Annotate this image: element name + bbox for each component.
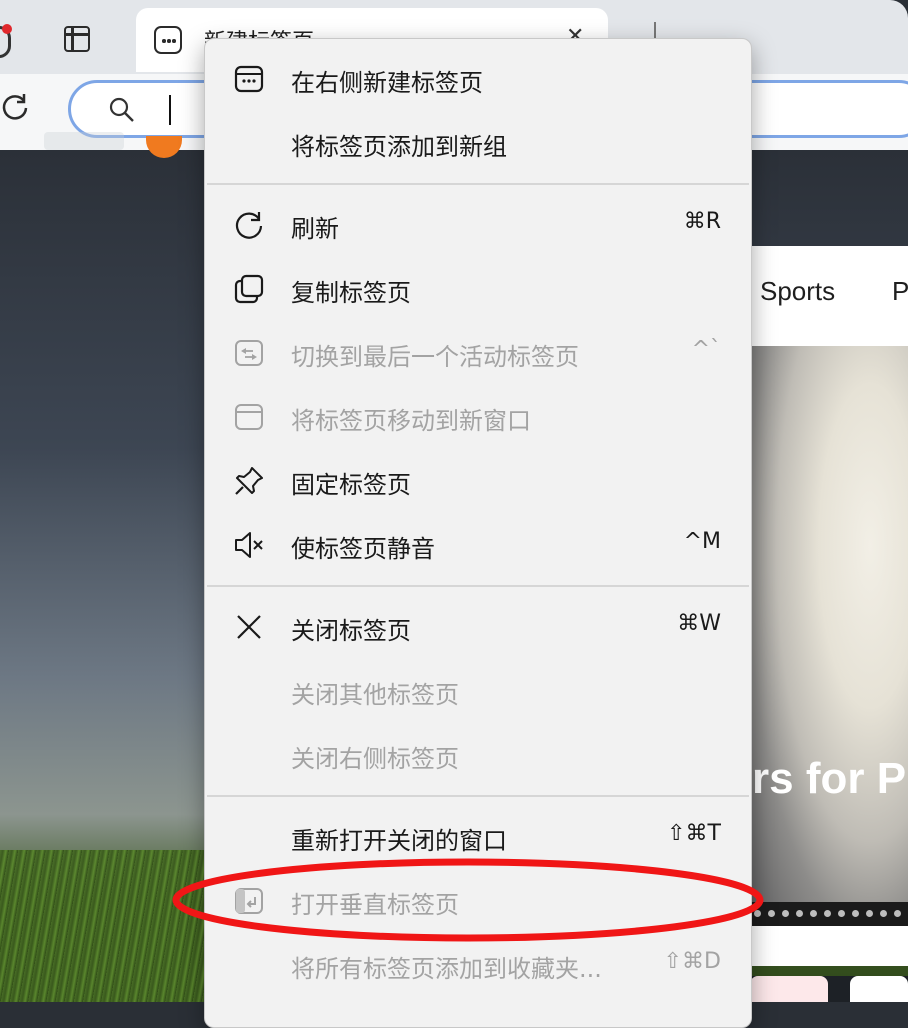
menu-item-label: 复制标签页 — [291, 279, 411, 307]
menu-item-label: 关闭其他标签页 — [291, 681, 459, 709]
annotation-ellipse — [172, 858, 764, 942]
menu-item-label: 切换到最后一个活动标签页 — [291, 343, 579, 371]
menu-item-label: 刷新 — [291, 215, 339, 243]
search-icon — [109, 97, 134, 122]
window-icon — [235, 404, 263, 430]
menu-separator — [207, 795, 749, 797]
switch-tab-icon — [235, 340, 263, 366]
text-cursor — [169, 95, 171, 125]
menu-item-shortcut: ⇧⌘T — [667, 821, 721, 846]
news-card[interactable] — [850, 976, 908, 1002]
menu-item-shortcut: ⌘R — [683, 209, 721, 234]
news-card[interactable] — [750, 976, 828, 1002]
blurred-label — [44, 132, 124, 150]
menu-item-label: 在右侧新建标签页 — [291, 69, 483, 97]
menu-item-add-to-group[interactable]: 将标签页添加到新组 — [205, 111, 751, 175]
menu-item-shortcut: ^M — [683, 529, 721, 554]
new-tab-right-icon — [234, 65, 264, 93]
menu-item-label: 将标签页移动到新窗口 — [291, 407, 531, 435]
menu-item-label: 关闭标签页 — [291, 617, 411, 645]
menu-item-pin-tab[interactable]: 固定标签页 — [205, 449, 751, 513]
news-card-image[interactable] — [750, 346, 908, 926]
menu-item-label: 重新打开关闭的窗口 — [291, 827, 507, 855]
news-tab-sports[interactable]: Sports — [760, 276, 835, 307]
menu-item-close-right-tabs[interactable]: 关闭右侧标签页 — [205, 723, 751, 787]
tab-page-icon — [154, 26, 182, 54]
news-headline[interactable]: rs for P — [752, 754, 906, 804]
duplicate-icon — [234, 274, 264, 304]
menu-item-label: 使标签页静音 — [291, 535, 435, 563]
menu-separator — [207, 183, 749, 185]
carousel-dots — [750, 902, 908, 926]
pin-icon — [235, 467, 263, 495]
reload-icon[interactable] — [0, 92, 30, 122]
menu-item-refresh[interactable]: 刷新 ⌘R — [205, 193, 751, 257]
menu-item-mute-tab[interactable]: 使标签页静音 ^M — [205, 513, 751, 577]
notification-dot — [2, 24, 12, 34]
news-feed: Sports P rs for P — [750, 246, 908, 966]
menu-item-new-tab-right[interactable]: 在右侧新建标签页 — [205, 47, 751, 111]
menu-item-label: 将标签页添加到新组 — [291, 133, 507, 161]
bottom-cards — [750, 976, 908, 1002]
menu-item-move-to-window[interactable]: 将标签页移动到新窗口 — [205, 385, 751, 449]
menu-item-shortcut: ⌘W — [677, 611, 721, 636]
menu-item-close-other-tabs[interactable]: 关闭其他标签页 — [205, 659, 751, 723]
menu-item-shortcut: ⇧⌘D — [663, 949, 721, 974]
news-category-bar: Sports P — [750, 246, 908, 347]
mute-icon — [235, 532, 263, 558]
menu-item-duplicate-tab[interactable]: 复制标签页 — [205, 257, 751, 321]
news-tab-partial[interactable]: P — [892, 276, 908, 307]
sidebar-toggle-icon[interactable] — [64, 26, 90, 52]
menu-item-label: 关闭右侧标签页 — [291, 745, 459, 773]
menu-separator — [207, 585, 749, 587]
menu-item-label: 将所有标签页添加到收藏夹... — [291, 955, 602, 983]
menu-item-switch-last-tab[interactable]: 切换到最后一个活动标签页 ^` — [205, 321, 751, 385]
menu-item-shortcut: ^` — [691, 337, 721, 362]
menu-item-close-tab[interactable]: 关闭标签页 ⌘W — [205, 595, 751, 659]
menu-item-label: 固定标签页 — [291, 471, 411, 499]
refresh-icon — [235, 212, 263, 239]
close-icon — [237, 615, 261, 639]
